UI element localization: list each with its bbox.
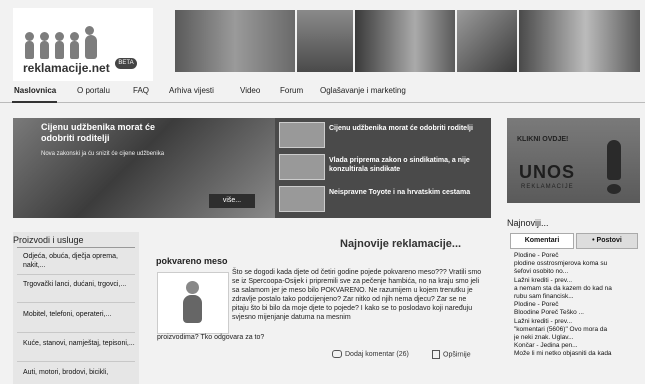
thumb-title: Cijenu udžbenika morat će odobriti rodit…: [329, 125, 473, 132]
banner-photo: [175, 10, 295, 72]
latest-item[interactable]: a nemam sta da kazem do kad na: [514, 285, 642, 293]
tab-komentari[interactable]: Komentari: [510, 233, 574, 249]
latest-item[interactable]: "komentari (5606)" Ovo mora da: [514, 326, 642, 334]
latest-item[interactable]: Plodine - Poreč: [514, 301, 642, 309]
divider: [17, 302, 135, 303]
unos-reklamacije-ad[interactable]: KLIKNI OVDJE! UNOS REKLAMACIJE: [507, 118, 640, 203]
thumb-image: [279, 154, 325, 180]
divider: [17, 361, 135, 362]
tab-komentari-label: Komentari: [524, 237, 560, 244]
thumb-image: [279, 122, 325, 148]
thumb-title: Vlada priprema zakon o sindikatima, a ni…: [329, 157, 470, 173]
latest-item[interactable]: Bloodine Poreč Teško ...: [514, 309, 642, 317]
logo-figure-icon: [55, 32, 64, 59]
read-more-link[interactable]: Opširnije: [432, 350, 471, 359]
nav-active-indicator: [12, 101, 57, 103]
category-item[interactable]: Mobitel, telefoni, operateri,...: [23, 310, 135, 319]
banner-photo: [519, 10, 640, 72]
category-item[interactable]: Trgovački lanci, dućani, trgovci,...: [23, 280, 135, 289]
nav-item-arhiva[interactable]: Arhiva vijesti: [169, 86, 214, 95]
nav-item-o-portalu[interactable]: O portalu: [77, 86, 110, 95]
logo-exclamation-icon: [85, 26, 97, 59]
person-body-icon: [183, 295, 202, 323]
category-sidebar: Proizvodi i usluge Odjeća, obuća, dječja…: [13, 232, 139, 384]
category-item[interactable]: Auti, motori, brodovi, bicikli,: [23, 368, 135, 377]
thumb-title: Neispravne Toyote i na hrvatskim cestama: [329, 189, 471, 196]
nav-item-forum[interactable]: Forum: [280, 86, 303, 95]
logo-figure-icon: [25, 32, 34, 59]
logo-figure-icon: [70, 32, 79, 59]
add-comment-link[interactable]: Dodaj komentar (26): [332, 350, 409, 358]
ad-unos-text: UNOS: [519, 162, 576, 182]
post-body: Što se dogodi kada djete od četiri godin…: [232, 269, 482, 321]
more-button[interactable]: više...: [209, 194, 255, 208]
post-image[interactable]: [157, 272, 229, 334]
ad-reklamacije-text: REKLAMACIJE: [521, 184, 574, 190]
latest-item[interactable]: je neki znak. Uglav...: [514, 334, 642, 342]
latest-item[interactable]: Plodine - Poreč: [514, 252, 642, 260]
featured-subtitle: Nova zakonski ja ću snizit će cijene udž…: [41, 151, 165, 157]
nav-item-faq[interactable]: FAQ: [133, 86, 149, 95]
divider: [17, 274, 135, 275]
nav-item-oglasavanje[interactable]: Oglašavanje i marketing: [320, 86, 406, 95]
person-head-icon: [186, 281, 199, 294]
ad-click-text: KLIKNI OVDJE!: [517, 136, 569, 143]
thumb-image: [279, 186, 325, 212]
document-icon: [432, 350, 440, 359]
latest-item[interactable]: plodine osstrosmjerova koma su: [514, 260, 642, 268]
read-more-label: Opširnije: [443, 351, 471, 359]
category-item[interactable]: Kuće, stanovi, namještaj, tepisoni,...: [23, 339, 135, 348]
latest-tabs: Komentari • Postovi: [510, 233, 638, 249]
nav-item-naslovnica[interactable]: Naslovnica: [14, 86, 56, 95]
exclamation-icon: [607, 140, 621, 180]
post-title[interactable]: pokvareno meso: [156, 256, 228, 266]
site-logo[interactable]: reklamacije.net BETA: [13, 8, 153, 81]
latest-list: Plodine - Poreč plodine osstrosmjerova k…: [514, 252, 642, 359]
post-body-end: proizvodima? Tko odgovara za to?: [157, 334, 265, 341]
featured-slider: Cijenu udžbenika morat će odobriti rodit…: [13, 118, 491, 218]
banner-photo: [355, 10, 455, 72]
featured-thumb-item[interactable]: Neispravne Toyote i na hrvatskim cestama: [279, 186, 487, 212]
divider: [17, 332, 135, 333]
latest-item[interactable]: rubu sam financisk...: [514, 293, 642, 301]
exclamation-dot-icon: [607, 184, 621, 194]
beta-badge: BETA: [115, 58, 137, 69]
latest-item[interactable]: Končar - Jedina pen...: [514, 342, 642, 350]
banner-photo: [297, 10, 353, 72]
latest-item[interactable]: Lažni krediti - prev...: [514, 318, 642, 326]
comment-icon: [332, 350, 342, 358]
latest-item[interactable]: šefovi osobito no...: [514, 268, 642, 276]
nav-item-video[interactable]: Video: [240, 86, 260, 95]
tab-postovi[interactable]: • Postovi: [576, 233, 638, 249]
header-banner: [175, 10, 640, 72]
main-nav: Naslovnica O portalu FAQ Arhiva vijesti …: [0, 84, 645, 103]
divider: [17, 247, 135, 248]
logo-figure-icon: [40, 32, 49, 59]
tab-postovi-label: Postovi: [596, 237, 622, 244]
category-item[interactable]: Odjeća, obuća, dječja oprema, nakit,...: [23, 252, 135, 270]
latest-title: Najnoviji...: [507, 218, 549, 228]
featured-thumb-item[interactable]: Cijenu udžbenika morat će odobriti rodit…: [279, 122, 487, 148]
featured-thumb-item[interactable]: Vlada priprema zakon o sindikatima, a ni…: [279, 154, 487, 180]
latest-complaints-heading: Najnovije reklamacije...: [340, 238, 462, 250]
add-comment-label: Dodaj komentar (26): [345, 350, 409, 358]
banner-photo: [457, 10, 517, 72]
latest-item[interactable]: Može li mi netko objasniti da kada: [514, 350, 642, 358]
featured-title[interactable]: Cijenu udžbenika morat će odobriti rodit…: [41, 122, 181, 144]
latest-item[interactable]: Lažni krediti - prev...: [514, 277, 642, 285]
category-title: Proizvodi i usluge: [13, 235, 84, 245]
logo-text: reklamacije.net: [23, 61, 110, 75]
